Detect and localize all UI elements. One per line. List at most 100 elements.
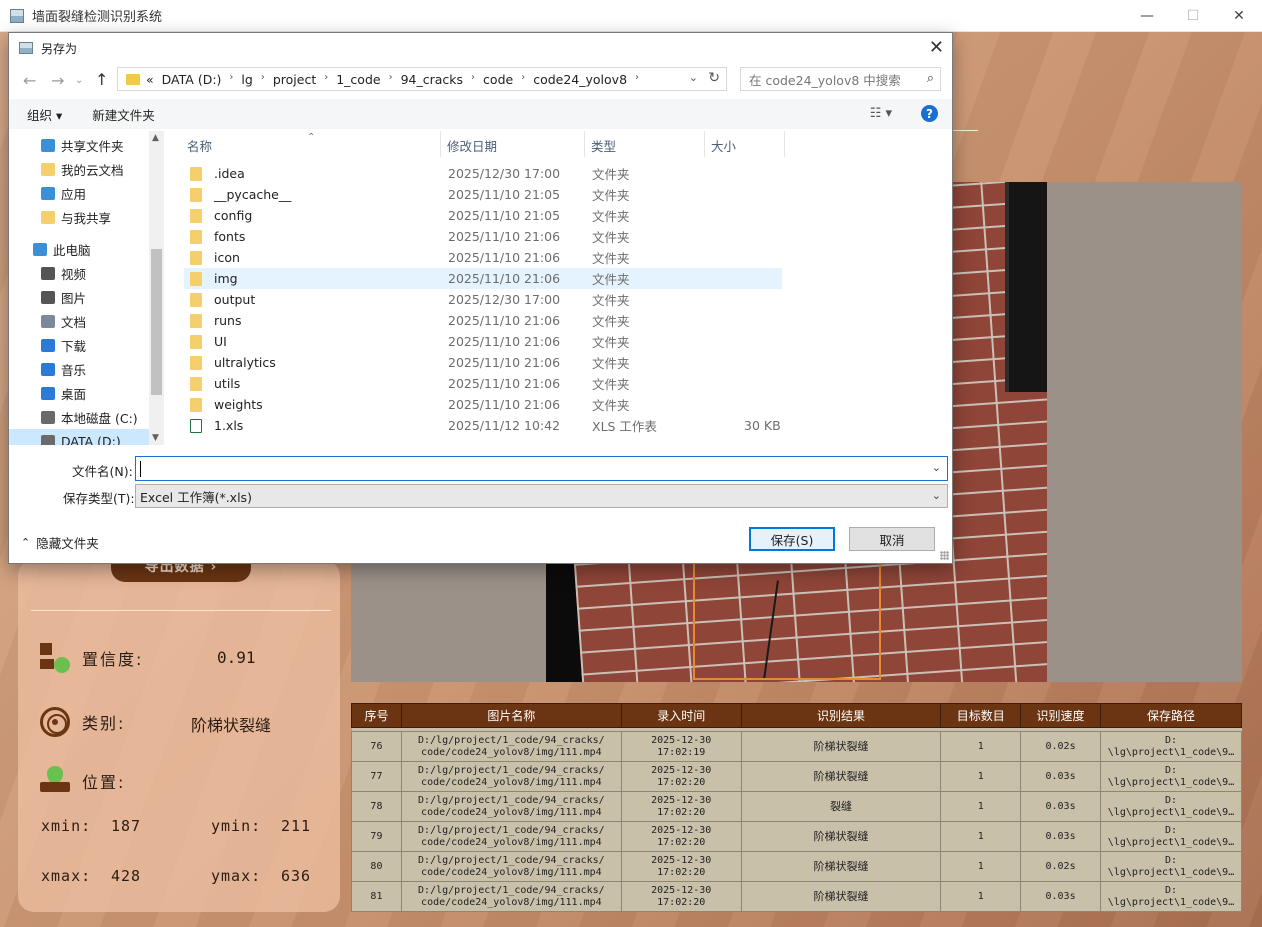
filetype-dropdown-icon[interactable]: ⌄ <box>932 489 941 502</box>
close-button[interactable]: ✕ <box>1216 0 1262 32</box>
cell-count[interactable]: 1 <box>940 881 1022 912</box>
table-row[interactable]: 81 D:/lg/project/1_code/94_cracks/ code/c… <box>351 881 1242 912</box>
col-header-path[interactable]: 保存路径 <box>1100 703 1242 728</box>
scroll-thumb[interactable] <box>151 249 162 395</box>
file-row[interactable]: weights 2025/11/10 21:06 文件夹 <box>184 394 782 415</box>
minimize-button[interactable]: — <box>1124 0 1170 32</box>
maximize-button[interactable]: ☐ <box>1170 0 1216 32</box>
file-row[interactable]: 1.xls 2025/11/12 10:42 XLS 工作表 30 KB <box>184 415 782 436</box>
column-type[interactable]: 类型 <box>591 133 616 157</box>
forward-arrow-icon[interactable]: → <box>51 71 64 90</box>
address-segment[interactable]: lg <box>241 72 252 87</box>
nav-item[interactable]: DATA (D:) <box>9 429 149 445</box>
col-header-speed[interactable]: 识别速度 <box>1020 703 1101 728</box>
nav-item[interactable]: 图片 <box>9 285 149 309</box>
nav-item[interactable]: 应用 <box>9 181 149 205</box>
address-segment[interactable]: project <box>273 72 316 87</box>
nav-item[interactable]: 文档 <box>9 309 149 333</box>
cell-result[interactable]: 阶梯状裂缝 <box>740 881 942 912</box>
breadcrumb-separator-icon[interactable]: › <box>229 72 233 87</box>
nav-item[interactable]: 音乐 <box>9 357 149 381</box>
file-row[interactable]: .idea 2025/12/30 17:00 文件夹 <box>184 163 782 184</box>
col-header-time[interactable]: 录入时间 <box>620 703 742 728</box>
cell-id[interactable]: 76 <box>351 731 402 762</box>
scroll-down-icon[interactable]: ▼ <box>152 433 159 443</box>
cancel-button[interactable]: 取消 <box>849 527 935 551</box>
nav-item[interactable]: 我的云文档 <box>9 157 149 181</box>
file-row[interactable]: utils 2025/11/10 21:06 文件夹 <box>184 373 782 394</box>
recent-dropdown-icon[interactable]: ⌄ <box>75 75 83 86</box>
cell-speed[interactable]: 0.03s <box>1020 791 1101 822</box>
file-row[interactable]: runs 2025/11/10 21:06 文件夹 <box>184 310 782 331</box>
nav-item[interactable]: 桌面 <box>9 381 149 405</box>
cell-count[interactable]: 1 <box>940 731 1022 762</box>
breadcrumb-separator-icon[interactable]: › <box>324 72 328 87</box>
column-name[interactable]: 名称 <box>187 133 212 157</box>
cell-time[interactable]: 2025-12-30 17:02:20 <box>620 821 742 852</box>
file-row[interactable]: __pycache__ 2025/11/10 21:05 文件夹 <box>184 184 782 205</box>
cell-path[interactable]: D: \lg\project\1_code\9… <box>1100 851 1242 882</box>
address-dropdown-icon[interactable]: ⌄ <box>689 71 698 84</box>
column-date[interactable]: 修改日期 <box>447 133 497 157</box>
cell-count[interactable]: 1 <box>940 791 1022 822</box>
up-arrow-icon[interactable]: ↑ <box>95 70 108 89</box>
new-folder-button[interactable]: 新建文件夹 <box>92 105 155 124</box>
file-row[interactable]: config 2025/11/10 21:05 文件夹 <box>184 205 782 226</box>
nav-scrollbar[interactable]: ▲ ▼ <box>149 131 164 445</box>
nav-item[interactable]: 共享文件夹 <box>9 133 149 157</box>
breadcrumb-separator-icon[interactable]: › <box>261 72 265 87</box>
column-divider[interactable] <box>584 131 585 157</box>
table-row[interactable]: 78 D:/lg/project/1_code/94_cracks/ code/c… <box>351 791 1242 822</box>
cell-image-name[interactable]: D:/lg/project/1_code/94_cracks/ code/cod… <box>400 731 622 762</box>
cell-time[interactable]: 2025-12-30 17:02:20 <box>620 851 742 882</box>
cell-time[interactable]: 2025-12-30 17:02:20 <box>620 761 742 792</box>
cell-time[interactable]: 2025-12-30 17:02:20 <box>620 881 742 912</box>
cell-id[interactable]: 77 <box>351 761 402 792</box>
col-header-name[interactable]: 图片名称 <box>400 703 622 728</box>
file-row[interactable]: UI 2025/11/10 21:06 文件夹 <box>184 331 782 352</box>
breadcrumb-separator-icon[interactable]: › <box>635 72 639 87</box>
address-segment[interactable]: 94_cracks <box>401 72 463 87</box>
cell-speed[interactable]: 0.03s <box>1020 761 1101 792</box>
cell-path[interactable]: D: \lg\project\1_code\9… <box>1100 821 1242 852</box>
help-icon[interactable]: ? <box>921 105 938 122</box>
cell-image-name[interactable]: D:/lg/project/1_code/94_cracks/ code/cod… <box>400 761 622 792</box>
cell-speed[interactable]: 0.03s <box>1020 821 1101 852</box>
cell-path[interactable]: D: \lg\project\1_code\9… <box>1100 791 1242 822</box>
col-header-result[interactable]: 识别结果 <box>740 703 942 728</box>
cell-path[interactable]: D: \lg\project\1_code\9… <box>1100 761 1242 792</box>
file-row[interactable]: output 2025/12/30 17:00 文件夹 <box>184 289 782 310</box>
cell-id[interactable]: 80 <box>351 851 402 882</box>
file-row[interactable]: ultralytics 2025/11/10 21:06 文件夹 <box>184 352 782 373</box>
file-row[interactable]: img 2025/11/10 21:06 文件夹 <box>184 268 782 289</box>
file-row[interactable]: icon 2025/11/10 21:06 文件夹 <box>184 247 782 268</box>
cell-result[interactable]: 阶梯状裂缝 <box>740 821 942 852</box>
cell-count[interactable]: 1 <box>940 821 1022 852</box>
back-arrow-icon[interactable]: ← <box>23 71 36 90</box>
breadcrumb-separator-icon[interactable]: › <box>471 72 475 87</box>
column-divider[interactable] <box>784 131 785 157</box>
col-header-count[interactable]: 目标数目 <box>940 703 1022 728</box>
cell-time[interactable]: 2025-12-30 17:02:20 <box>620 791 742 822</box>
cell-id[interactable]: 78 <box>351 791 402 822</box>
cell-path[interactable]: D: \lg\project\1_code\9… <box>1100 731 1242 762</box>
cell-image-name[interactable]: D:/lg/project/1_code/94_cracks/ code/cod… <box>400 851 622 882</box>
view-options-icon[interactable]: ☷ ▾ <box>870 106 892 121</box>
cell-speed[interactable]: 0.02s <box>1020 851 1101 882</box>
address-bar[interactable]: « DATA (D:) › lg › project › 1_code › 94_cracks ›… <box>117 67 727 91</box>
address-overflow[interactable]: « <box>146 72 154 87</box>
scroll-up-icon[interactable]: ▲ <box>152 133 159 143</box>
cell-path[interactable]: D: \lg\project\1_code\9… <box>1100 881 1242 912</box>
filename-dropdown-icon[interactable]: ⌄ <box>932 461 941 474</box>
cell-count[interactable]: 1 <box>940 761 1022 792</box>
filetype-select[interactable]: Excel 工作簿(*.xls) ⌄ <box>135 484 948 508</box>
nav-item[interactable]: 与我共享 <box>9 205 149 229</box>
cell-speed[interactable]: 0.02s <box>1020 731 1101 762</box>
cell-result[interactable]: 阶梯状裂缝 <box>740 731 942 762</box>
cell-id[interactable]: 81 <box>351 881 402 912</box>
filename-input[interactable]: ⌄ <box>135 456 948 481</box>
nav-item[interactable]: 本地磁盘 (C:) <box>9 405 149 429</box>
dialog-close-button[interactable]: ✕ <box>929 37 944 58</box>
organize-button[interactable]: 组织 ▾ <box>27 105 62 124</box>
breadcrumb-separator-icon[interactable]: › <box>521 72 525 87</box>
